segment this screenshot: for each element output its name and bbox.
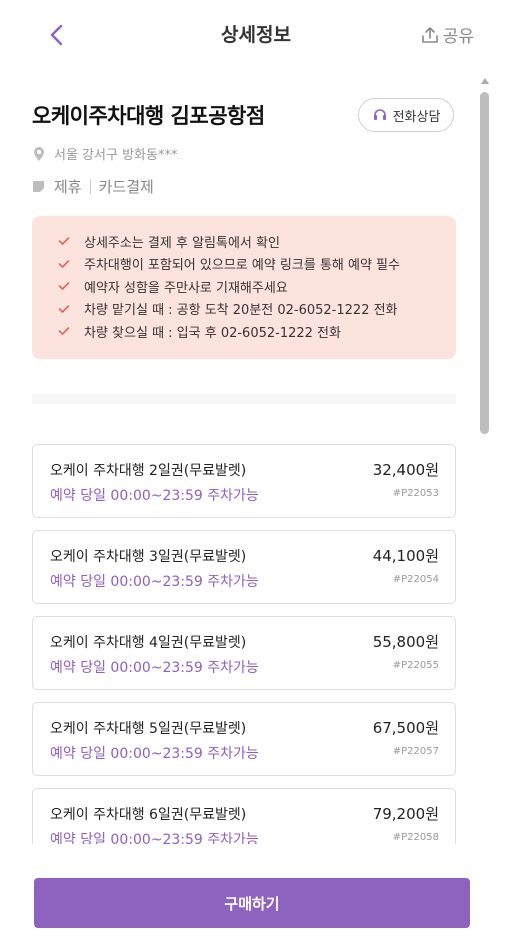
product-card-6day[interactable]: 오케이 주차대행 6일권(무료발렛) 예약 당일 00:00~23:59 주차가… xyxy=(32,788,456,844)
scrollbar-thumb[interactable] xyxy=(480,92,489,434)
product-price: 79,200원 xyxy=(372,805,439,823)
product-name: 오케이 주차대행 3일권(무료발렛) xyxy=(50,549,247,565)
product-price: 67,500원 xyxy=(372,719,439,737)
product-code: #P22055 xyxy=(392,660,439,671)
headset-icon xyxy=(373,109,386,120)
notice-text: 차량 찾으실 때 : 입국 후 02-6052-1222 전화 xyxy=(84,325,341,341)
notice-item: 상세주소는 결제 후 알림톡에서 확인 xyxy=(58,230,456,253)
share-label: 공유 xyxy=(442,27,474,47)
notice-item: 주차대행이 포함되어 있으므로 예약 링크를 통해 예약 필수 xyxy=(58,253,456,276)
product-card-2day[interactable]: 오케이 주차대행 2일권(무료발렛) 예약 당일 00:00~23:59 주차가… xyxy=(32,444,456,518)
product-price: 44,100원 xyxy=(372,547,439,565)
notice-text: 예약자 성함을 주만사로 기재해주세요 xyxy=(84,280,288,296)
scroll-up-arrow-icon[interactable] xyxy=(481,78,489,84)
check-icon xyxy=(58,259,70,268)
back-button[interactable] xyxy=(44,20,72,50)
product-code: #P22053 xyxy=(392,488,439,499)
product-time: 예약 당일 00:00~23:59 주차가능 xyxy=(50,746,259,762)
notice-text: 주차대행이 포함되어 있으므로 예약 링크를 통해 예약 필수 xyxy=(84,258,400,274)
check-icon xyxy=(58,237,70,246)
product-card-5day[interactable]: 오케이 주차대행 5일권(무료발렛) 예약 당일 00:00~23:59 주차가… xyxy=(32,702,456,776)
tag-partner: 제휴 xyxy=(54,178,82,196)
chevron-left-icon xyxy=(50,24,63,46)
location-pin-icon xyxy=(34,146,44,161)
product-price: 55,800원 xyxy=(372,633,439,651)
product-code: #P22057 xyxy=(392,746,439,757)
tags-row: 제휴 카드결제 xyxy=(32,176,154,197)
check-icon xyxy=(58,304,70,313)
product-name: 오케이 주차대행 6일권(무료발렛) xyxy=(50,807,247,823)
vertical-scrollbar[interactable] xyxy=(478,78,492,844)
product-price: 32,400원 xyxy=(372,461,439,479)
notice-text: 상세주소는 결제 후 알림톡에서 확인 xyxy=(84,235,280,251)
product-code: #P22058 xyxy=(392,832,439,843)
page-title: 상세정보 xyxy=(221,23,291,46)
product-name: 오케이 주차대행 2일권(무료발렛) xyxy=(50,463,247,479)
product-card-4day[interactable]: 오케이 주차대행 4일권(무료발렛) 예약 당일 00:00~23:59 주차가… xyxy=(32,616,456,690)
share-button[interactable]: 공유 xyxy=(421,22,474,47)
product-card-3day[interactable]: 오케이 주차대행 3일권(무료발렛) 예약 당일 00:00~23:59 주차가… xyxy=(32,530,456,604)
product-time: 예약 당일 00:00~23:59 주차가능 xyxy=(50,574,259,590)
notice-text: 차량 맡기실 때 : 공항 도착 20분전 02-6052-1222 전화 xyxy=(84,303,398,319)
product-name: 오케이 주차대행 5일권(무료발렛) xyxy=(50,721,247,737)
product-time: 예약 당일 00:00~23:59 주차가능 xyxy=(50,660,259,676)
product-time: 예약 당일 00:00~23:59 주차가능 xyxy=(50,488,259,504)
notice-box: 상세주소는 결제 후 알림톡에서 확인 주차대행이 포함되어 있으므로 예약 링… xyxy=(32,216,456,359)
detail-scroll-area[interactable]: 오케이주차대행 김포공항점 전화상담 서울 강서구 방화동*** 제휴 카드결제… xyxy=(0,66,476,844)
tag-card-payment: 카드결제 xyxy=(98,178,154,196)
call-consult-label: 전화상담 xyxy=(392,109,441,125)
notice-item: 차량 찾으실 때 : 입국 후 02-6052-1222 전화 xyxy=(58,320,456,343)
call-consult-button[interactable]: 전화상담 xyxy=(358,98,454,132)
check-icon xyxy=(58,327,70,336)
section-divider xyxy=(32,394,456,404)
address-row: 서울 강서구 방화동*** xyxy=(32,144,177,163)
notice-item: 차량 맡기실 때 : 공항 도착 20분전 02-6052-1222 전화 xyxy=(58,298,456,321)
check-icon xyxy=(58,282,70,291)
notice-item: 예약자 성함을 주만사로 기재해주세요 xyxy=(58,275,456,298)
share-upload-icon xyxy=(421,26,438,43)
store-address: 서울 강서구 방화동*** xyxy=(54,148,178,163)
product-name: 오케이 주차대행 4일권(무료발렛) xyxy=(50,635,247,651)
tag-divider xyxy=(89,179,91,194)
product-time: 예약 당일 00:00~23:59 주차가능 xyxy=(50,832,259,844)
product-code: #P22054 xyxy=(392,574,439,585)
buy-button[interactable]: 구매하기 xyxy=(34,878,470,928)
tag-icon xyxy=(33,180,44,192)
top-bar: 상세정보 공유 xyxy=(0,0,512,66)
store-name: 오케이주차대행 김포공항점 xyxy=(32,104,265,128)
